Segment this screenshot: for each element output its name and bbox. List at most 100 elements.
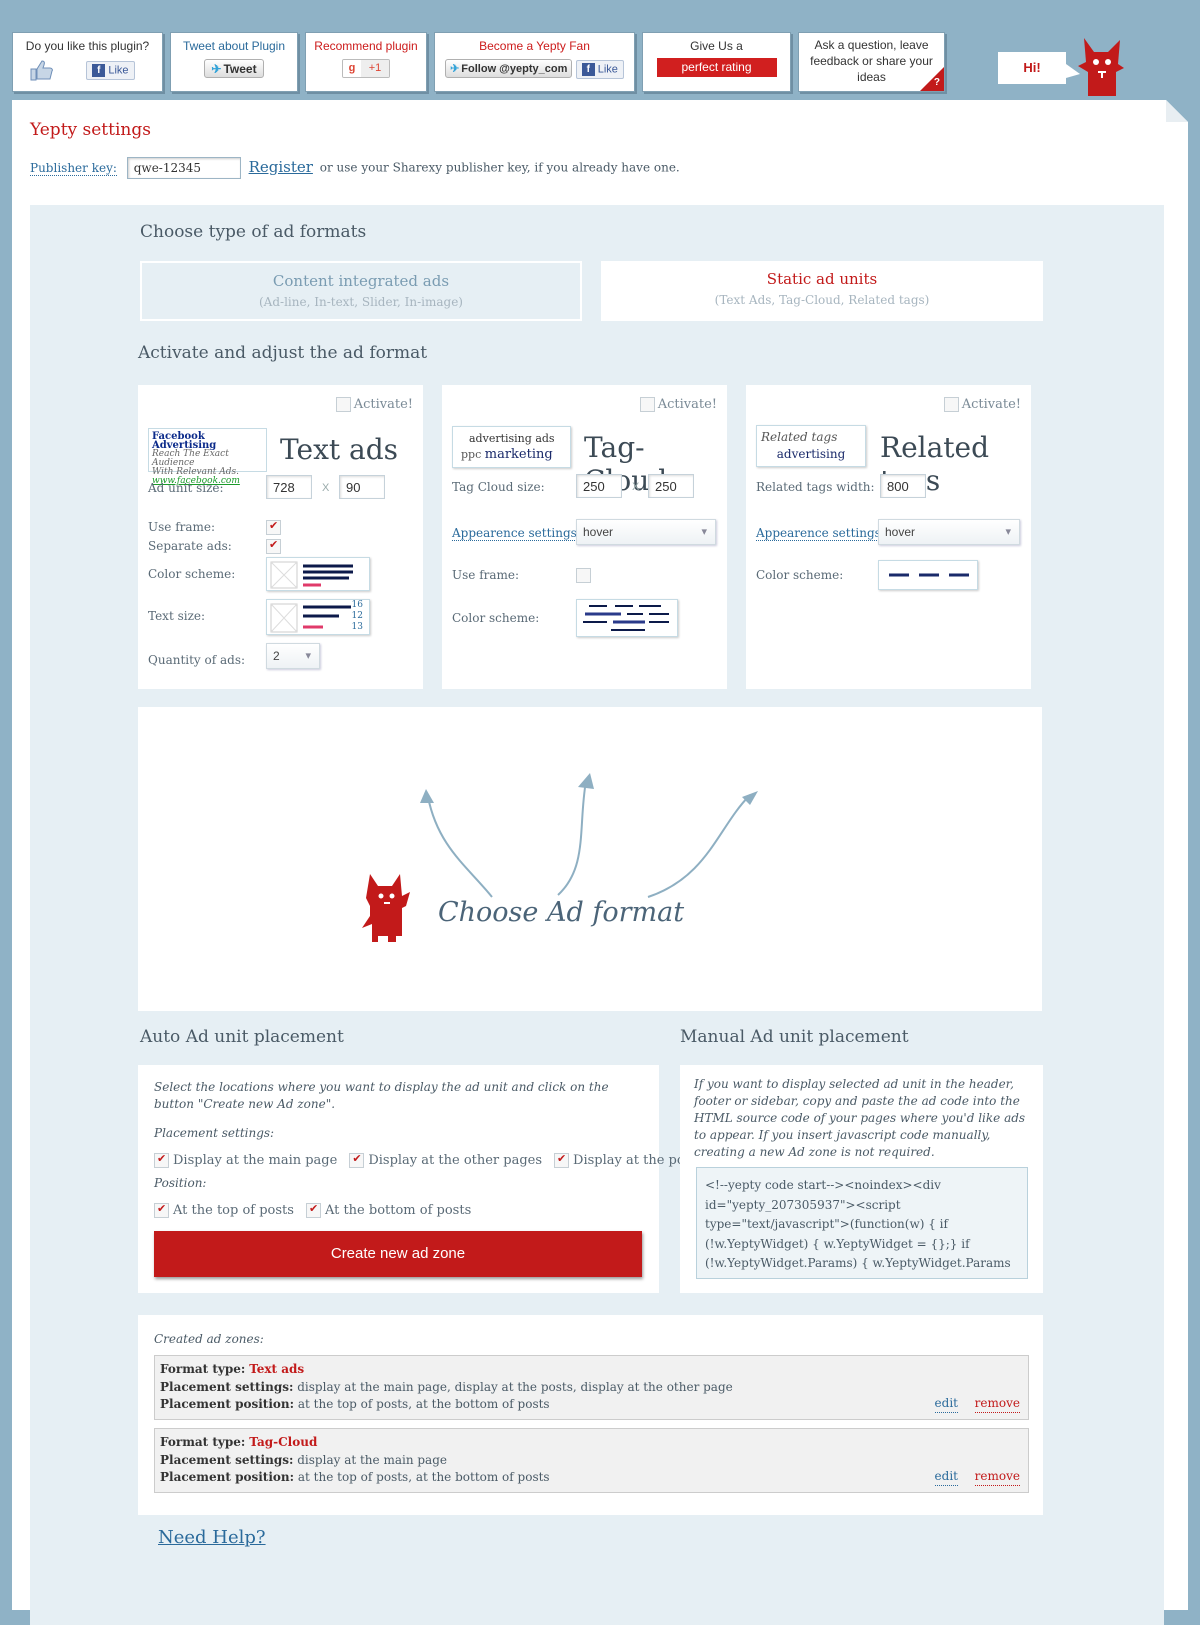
related-appearance-select[interactable]: hover <box>878 519 1020 545</box>
related-tags-width-label: Related tags width: <box>756 480 875 494</box>
adjust-heading: Activate and adjust the ad format <box>138 343 428 363</box>
position-bottom-checkbox[interactable] <box>305 1202 321 1218</box>
page-title: Yepty settings <box>30 120 151 140</box>
tag-cloud-height-input[interactable] <box>648 474 694 498</box>
tweet-box: Tweet about Plugin ✈ Tweet <box>170 32 298 92</box>
facebook-like-button[interactable]: f Like <box>86 60 135 80</box>
follow-button[interactable]: ✈ Follow @yepty_com <box>445 59 573 78</box>
quantity-label: Quantity of ads: <box>148 653 246 667</box>
follow-label: Follow @yepty_com <box>461 63 568 75</box>
activate-text-ads[interactable]: Activate! <box>335 397 413 412</box>
tweet-button[interactable]: ✈ Tweet <box>204 59 264 78</box>
placement-other-pages-checkbox[interactable] <box>349 1152 365 1168</box>
hi-bubble: Hi! <box>998 52 1066 84</box>
tab-content-integrated[interactable]: Content integrated ads (Ad-line, In-text… <box>140 261 582 321</box>
tag-cloud-width-input[interactable] <box>576 474 622 498</box>
auto-placement-intro: Select the locations where you want to d… <box>154 1080 609 1111</box>
placement-other-pages[interactable]: Display at the other pages <box>349 1152 543 1168</box>
appearance-settings-label[interactable]: Appearence settings: <box>452 526 581 541</box>
register-link[interactable]: Register <box>249 158 313 176</box>
tag-cloud-scheme-preview-icon <box>583 605 669 631</box>
activate-tag-cloud-checkbox[interactable] <box>639 397 655 412</box>
edit-zone-link[interactable]: edit <box>934 1468 958 1486</box>
placement-main-page-checkbox[interactable] <box>154 1152 169 1168</box>
google-plus-button[interactable]: g +1 <box>342 59 390 78</box>
activate-related-tags[interactable]: Activate! <box>943 397 1021 412</box>
position-bottom[interactable]: At the bottom of posts <box>305 1202 471 1218</box>
tag-cloud-color-scheme-picker[interactable] <box>576 599 678 637</box>
related-color-scheme-picker[interactable] <box>878 560 978 590</box>
tag-cloud-use-frame-checkbox[interactable] <box>576 568 591 583</box>
related-tags-width-input[interactable] <box>880 474 926 498</box>
facebook-fan-like-button[interactable]: f Like <box>575 59 624 79</box>
create-ad-zone-button[interactable]: Create new ad zone <box>154 1231 642 1277</box>
placement-main-page[interactable]: Display at the main page <box>154 1152 337 1168</box>
quantity-select[interactable]: 2 <box>266 643 320 669</box>
ad-code-textarea[interactable]: <!--yepty code start--><noindex><div id=… <box>696 1167 1028 1279</box>
remove-zone-link[interactable]: remove <box>974 1468 1020 1486</box>
recommend-title: Recommend plugin <box>314 39 418 53</box>
tab-static-units-label: Static ad units <box>766 270 878 288</box>
sample-word: advertising <box>469 432 532 445</box>
activate-related-tags-checkbox[interactable] <box>943 397 959 412</box>
remove-zone-link[interactable]: remove <box>974 1395 1020 1413</box>
format-type-label: Format type: <box>160 1362 246 1376</box>
sample-ad-title: Facebook Advertising <box>152 431 217 451</box>
tab-static-units[interactable]: Static ad units (Text Ads, Tag-Cloud, Re… <box>601 261 1043 321</box>
like-plugin-box: Do you like this plugin? f Like <box>12 32 163 92</box>
yepty-cat-mascot-icon <box>362 874 410 942</box>
placement-options: Display at the main page Display at the o… <box>154 1149 703 1168</box>
position-top[interactable]: At the top of posts <box>154 1202 294 1218</box>
choose-ad-format-text: Choose Ad format <box>438 897 685 928</box>
tag-cloud-sample: advertising ads ppc marketing <box>452 426 571 468</box>
edit-zone-link[interactable]: edit <box>934 1395 958 1413</box>
tag-cloud-card: Activate! advertising ads ppc marketing … <box>442 385 727 689</box>
feedback-box[interactable]: Ask a question, leave feedback or share … <box>798 32 945 92</box>
tab-content-integrated-sub: (Ad-line, In-text, Slider, In-image) <box>259 295 463 309</box>
manual-placement-box: If you want to display selected ad unit … <box>680 1065 1043 1293</box>
position-top-checkbox[interactable] <box>154 1202 169 1218</box>
placement-posts-checkbox[interactable] <box>554 1152 570 1168</box>
sample-word: ads <box>535 432 555 445</box>
auto-placement-heading: Auto Ad unit placement <box>140 1027 344 1047</box>
created-zones-heading: Created ad zones: <box>154 1332 264 1346</box>
separate-ads-checkbox[interactable] <box>266 538 281 554</box>
twitter-bird-icon: ✈ <box>211 62 222 76</box>
need-help-link[interactable]: Need Help? <box>158 1527 266 1548</box>
publisher-key-row: Publisher key: Register or use your Shar… <box>30 157 680 179</box>
position-option-label: At the top of posts <box>173 1203 294 1218</box>
tweet-label: Tweet <box>223 62 257 76</box>
perfect-rating-button[interactable]: perfect rating <box>656 58 777 77</box>
ad-height-input[interactable] <box>339 475 385 499</box>
use-frame-label: Use frame: <box>148 520 216 534</box>
activate-text-ads-checkbox[interactable] <box>335 397 351 412</box>
color-scheme-picker[interactable] <box>266 557 370 591</box>
size-x-label: X <box>322 482 330 494</box>
activate-tag-cloud[interactable]: Activate! <box>639 397 717 412</box>
text-ads-card: Activate! Facebook Advertising Reach The… <box>138 385 423 689</box>
created-zones-box: Created ad zones: Format type: Text ads … <box>138 1315 1043 1515</box>
fan-title: Become a Yepty Fan <box>479 39 590 53</box>
thumbs-up-icon <box>30 60 53 81</box>
ad-width-input[interactable] <box>266 475 312 499</box>
placement-settings-key: Placement settings: <box>160 1452 294 1467</box>
tag-cloud-size-label: Tag Cloud size: <box>452 480 545 494</box>
placement-settings-key: Placement settings: <box>160 1379 294 1394</box>
text-size-picker[interactable]: 16 12 13 <box>266 599 370 635</box>
use-frame-checkbox[interactable] <box>266 519 281 535</box>
ad-settings-panel: Choose type of ad formats Content integr… <box>30 205 1164 1625</box>
help-corner-icon <box>920 67 944 91</box>
sample-related-word: advertising <box>776 447 846 461</box>
placement-position-key: Placement position: <box>160 1397 295 1411</box>
auto-placement-box: Select the locations where you want to d… <box>138 1065 703 1293</box>
placement-label: Display at the other pages <box>368 1153 543 1168</box>
like-label: Like <box>108 64 129 77</box>
appearance-settings-label[interactable]: Appearence settings: <box>756 526 885 541</box>
fan-like-label: Like <box>597 63 618 75</box>
sample-word: ppc <box>461 448 482 461</box>
appearance-select[interactable]: hover <box>576 519 716 545</box>
text-ads-title: Text ads <box>280 433 399 466</box>
publisher-key-input[interactable] <box>126 157 241 179</box>
fan-box: Become a Yepty Fan ✈ Follow @yepty_com fL… <box>434 32 635 92</box>
sample-ad-line1: Reach The Exact Audience <box>152 449 229 468</box>
